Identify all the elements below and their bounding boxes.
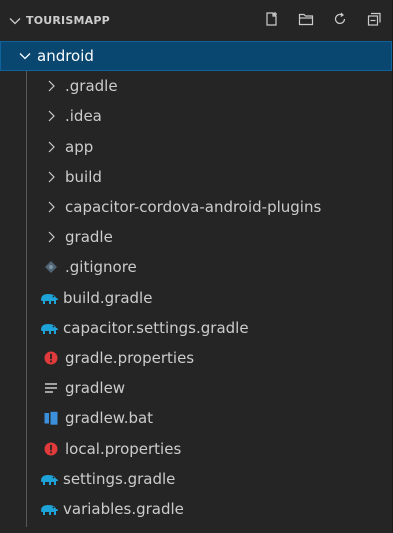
chevron-down-icon[interactable] (17, 48, 33, 64)
tree-file-capacitor-settings-gradle[interactable]: capacitor.settings.gradle (0, 313, 392, 343)
tree-file-gitignore[interactable]: .gitignore (0, 252, 392, 282)
chevron-right-icon[interactable] (43, 199, 59, 215)
tree-item-label: gradle (65, 228, 113, 247)
new-file-icon[interactable] (264, 11, 280, 27)
tree-item-label: android (37, 47, 94, 66)
tree-item-label: gradlew (65, 379, 126, 398)
tree-file-gradlew-bat[interactable]: gradlew.bat (0, 403, 392, 433)
tree-folder-gradle-cache[interactable]: .gradle (0, 71, 392, 101)
collapse-all-icon[interactable] (366, 11, 382, 27)
tree-item-label: gradlew.bat (65, 409, 154, 428)
tree-item-label: settings.gradle (63, 469, 176, 488)
file-tree: android .gradle .idea app build capacito… (0, 41, 392, 524)
tree-folder-gradle[interactable]: gradle (0, 222, 392, 252)
tree-file-gradlew[interactable]: gradlew (0, 373, 392, 403)
properties-icon (43, 441, 59, 457)
chevron-right-icon[interactable] (43, 229, 59, 245)
gradle-elephant-icon (39, 290, 59, 306)
chevron-right-icon[interactable] (43, 78, 59, 94)
tree-folder-idea[interactable]: .idea (0, 101, 392, 131)
refresh-icon[interactable] (332, 11, 348, 27)
properties-icon (43, 350, 59, 366)
gradle-elephant-icon (39, 471, 59, 487)
lines-icon (43, 380, 59, 396)
tree-item-label: capacitor.settings.gradle (63, 318, 249, 337)
new-folder-icon[interactable] (298, 11, 314, 27)
tree-file-build-gradle[interactable]: build.gradle (0, 283, 392, 313)
explorer-header[interactable]: TOURISMAPP (0, 0, 392, 40)
tree-item-label: .gradle (65, 77, 118, 96)
tree-item-label: app (65, 137, 94, 156)
tree-folder-capacitor-plugins[interactable]: capacitor-cordova-android-plugins (0, 192, 392, 222)
gradle-elephant-icon (39, 320, 59, 336)
tree-item-label: variables.gradle (63, 499, 184, 518)
tree-item-label: build.gradle (63, 288, 153, 307)
explorer-actions (264, 11, 382, 27)
tree-file-variables-gradle[interactable]: variables.gradle (0, 494, 392, 524)
tree-item-label: capacitor-cordova-android-plugins (65, 198, 322, 217)
chevron-right-icon[interactable] (43, 139, 59, 155)
tree-folder-app[interactable]: app (0, 132, 392, 162)
chevron-right-icon[interactable] (43, 108, 59, 124)
explorer-panel: TOURISMAPP android .gradle .idea app bui… (0, 0, 393, 533)
tree-item-label: .gitignore (65, 258, 137, 277)
windows-icon (43, 410, 59, 426)
tree-item-label: build (65, 167, 102, 186)
tree-folder-android[interactable]: android (0, 41, 392, 72)
tree-file-settings-gradle[interactable]: settings.gradle (0, 464, 392, 494)
tree-item-label: .idea (65, 107, 102, 126)
tree-item-label: gradle.properties (65, 348, 195, 367)
chevron-right-icon[interactable] (43, 169, 59, 185)
explorer-title: TOURISMAPP (26, 13, 110, 27)
tree-folder-build[interactable]: build (0, 162, 392, 192)
tree-file-gradle-properties[interactable]: gradle.properties (0, 343, 392, 373)
tree-item-label: local.properties (65, 439, 182, 458)
gradle-elephant-icon (39, 501, 59, 517)
git-icon (43, 259, 59, 275)
chevron-down-icon[interactable] (8, 13, 22, 27)
tree-file-local-properties[interactable]: local.properties (0, 433, 392, 463)
